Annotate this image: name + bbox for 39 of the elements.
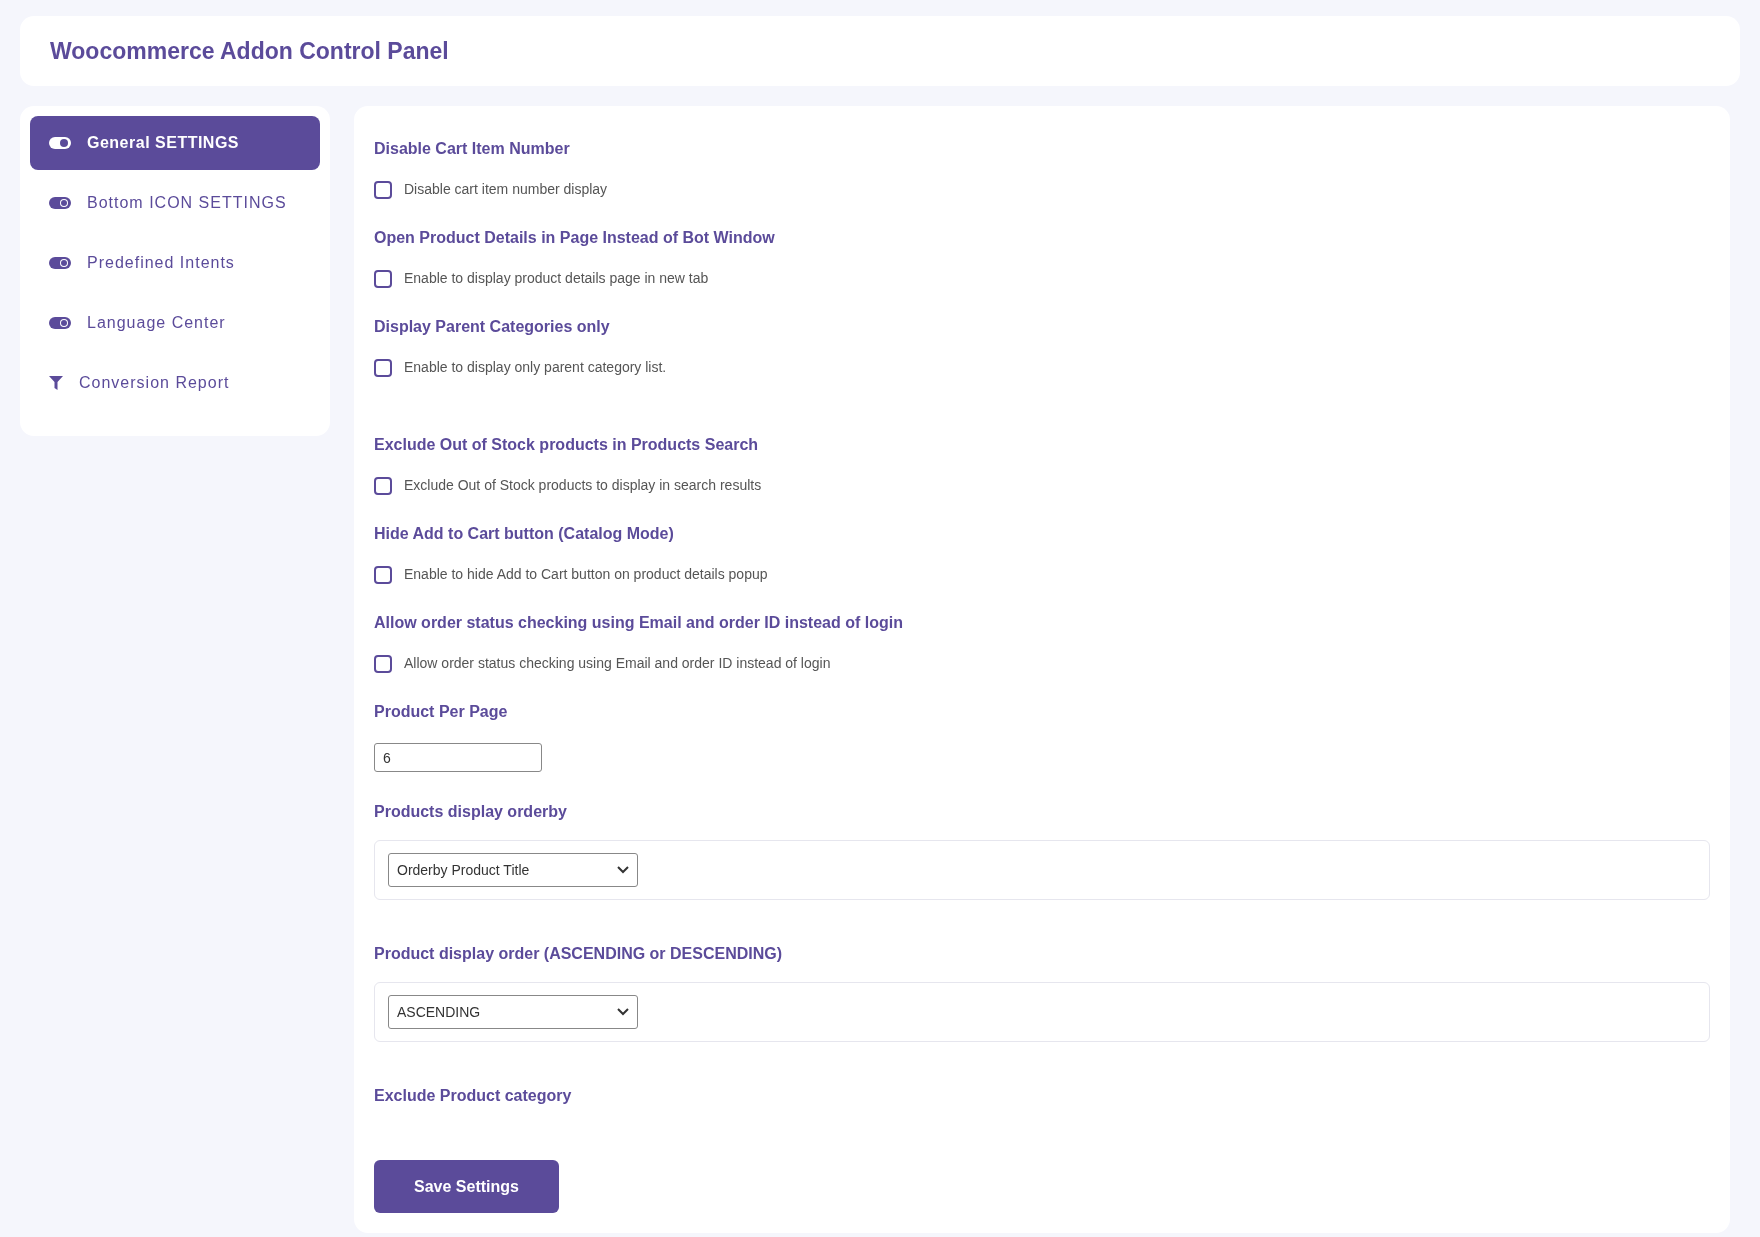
checkbox[interactable] xyxy=(374,180,392,199)
setting-title: Open Product Details in Page Instead of Bot Window xyxy=(374,228,775,248)
filter-icon xyxy=(49,376,63,390)
setting-title: Products display orderby xyxy=(374,802,567,822)
checkbox-label: Enable to hide Add to Cart button on product details popup xyxy=(404,565,768,584)
setting-title: Disable Cart Item Number xyxy=(374,139,570,159)
checkbox[interactable] xyxy=(374,269,392,288)
sidebar-item[interactable]: Language Center xyxy=(30,296,320,350)
checkbox-label: Disable cart item number display xyxy=(404,180,608,199)
checkbox-label: Allow order status checking using Email and order ID instead of login xyxy=(404,654,831,673)
dropdown-select[interactable]: ASCENDING xyxy=(388,995,638,1029)
sidebar-item[interactable]: Predefined Intents xyxy=(30,236,320,290)
setting-title: Allow order status checking using Email and order ID instead of login xyxy=(374,613,903,633)
checkbox[interactable] xyxy=(374,358,392,377)
checkbox-label: Enable to display only parent category list. xyxy=(404,358,667,377)
dropdown-select[interactable]: Orderby Product Title xyxy=(388,853,638,887)
setting-title: Exclude Out of Stock products in Products Search xyxy=(374,435,759,455)
checkbox[interactable] xyxy=(374,654,392,673)
toggle-icon xyxy=(49,137,71,149)
checkbox[interactable] xyxy=(374,476,392,495)
toggle-icon xyxy=(49,257,71,269)
checkbox-label: Exclude Out of Stock products to display in search results xyxy=(404,476,762,495)
sidebar-item[interactable]: Conversion Report xyxy=(30,356,320,410)
page-title: Woocommerce Addon Control Panel xyxy=(50,36,449,66)
toggle-icon xyxy=(49,317,71,329)
setting-title: Display Parent Categories only xyxy=(374,317,610,337)
sidebar-item[interactable]: Bottom ICON SETTINGS xyxy=(30,176,320,230)
chevron-down-icon xyxy=(617,1008,629,1016)
checkbox[interactable] xyxy=(374,565,392,584)
setting-title: Product Per Page xyxy=(374,702,508,722)
setting-title: Hide Add to Cart button (Catalog Mode) xyxy=(374,524,674,544)
number-input[interactable]: 6 xyxy=(374,743,542,772)
sidebar-item[interactable]: General SETTINGS xyxy=(30,116,320,170)
chevron-down-icon xyxy=(617,866,629,874)
save-settings-button[interactable]: Save Settings xyxy=(374,1160,559,1213)
checkbox-label: Enable to display product details page in new tab xyxy=(404,269,709,288)
setting-title: Exclude Product category xyxy=(374,1086,572,1106)
toggle-icon xyxy=(49,197,71,209)
setting-title: Product display order (ASCENDING or DESCENDING) xyxy=(374,944,783,964)
